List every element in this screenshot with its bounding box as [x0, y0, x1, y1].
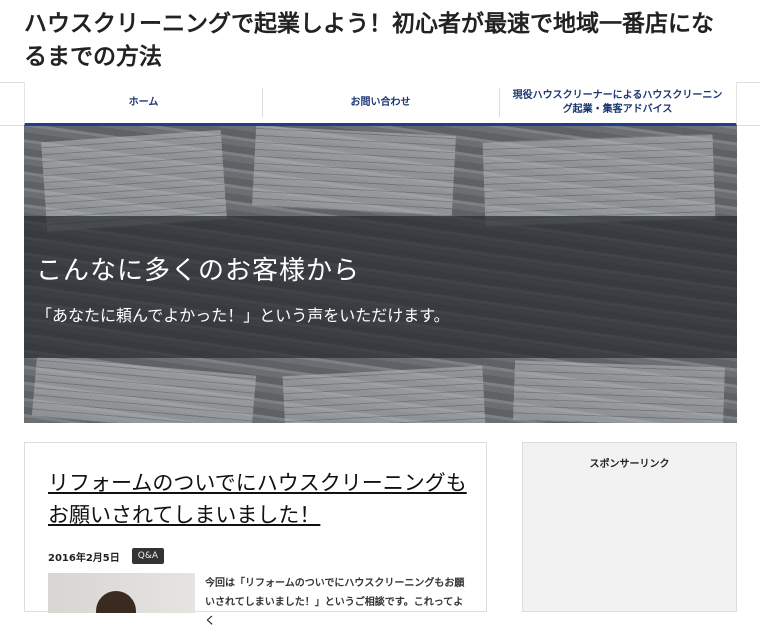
category-badge[interactable]: Q&A — [131, 548, 165, 564]
sidebar-sponsor: スポンサーリンク — [522, 442, 737, 612]
sponsor-heading: スポンサーリンク — [589, 459, 670, 470]
nav-item-advice[interactable]: 現役ハウスクリーナーによるハウスクリーニング起業・集客アドバイス — [499, 82, 736, 123]
person-image — [96, 591, 136, 613]
nav-item-contact[interactable]: お問い合わせ — [262, 82, 499, 123]
hero-subheading: 「あなたに頼んでよかった！」という声をいただけます。 — [36, 306, 450, 325]
post-date: 2016年2月5日 — [48, 552, 120, 564]
site-title[interactable]: ハウスクリーニングで起業しよう！初心者が最速で地域一番店になるまでの方法 — [24, 8, 734, 74]
post-meta: 2016年2月5日 Q&A — [48, 548, 165, 564]
nav-item-home[interactable]: ホーム — [25, 82, 262, 123]
hero-banner: こんなに多くのお客様から 「あなたに頼んでよかった！」という声をいただけます。 — [24, 126, 737, 423]
post-title-link[interactable]: リフォームのついでにハウスクリーニングもお願いされてしまいました！ — [48, 467, 478, 531]
hero-heading: こんなに多くのお客様から — [36, 256, 361, 286]
post-excerpt: 今回は「リフォームのついでにハウスクリーニングもお願いされてしまいました！」とい… — [205, 578, 465, 627]
post-thumbnail[interactable] — [48, 573, 195, 613]
nav-item-advice-label: 現役ハウスクリーナーによるハウスクリーニング起業・集客アドバイス — [512, 89, 723, 115]
hero-caption-band — [24, 216, 737, 358]
global-nav: ホーム お問い合わせ 現役ハウスクリーナーによるハウスクリーニング起業・集客アド… — [24, 82, 737, 126]
post-card: リフォームのついでにハウスクリーニングもお願いされてしまいました！ 2016年2… — [24, 442, 487, 627]
